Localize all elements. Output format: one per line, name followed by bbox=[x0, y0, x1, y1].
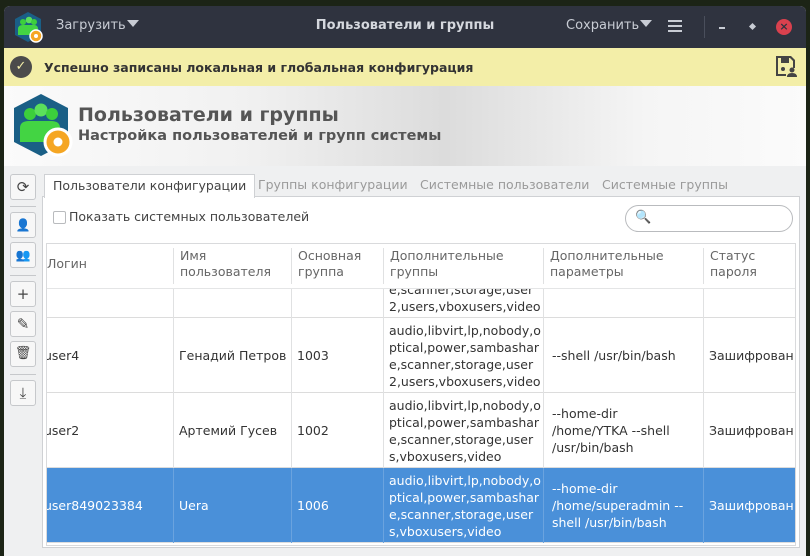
tab-config-users[interactable]: Пользователи конфигурации bbox=[44, 174, 256, 198]
divider bbox=[10, 374, 36, 375]
table-row[interactable]: user849023384 Uera 1006 audio,libvirt,lp,no… bbox=[47, 468, 795, 543]
cell-group: 1003 bbox=[291, 318, 383, 393]
table-body: user405203Руслан Бездов1004audio,libvirt… bbox=[47, 244, 795, 545]
cell-status: Зашифрован bbox=[703, 468, 795, 543]
column-header-groups[interactable]: Дополнительные группы bbox=[383, 248, 513, 284]
tab-system-groups[interactable]: Системные группы bbox=[594, 174, 736, 197]
table-header: Логин Имя пользователя Основная группа Д… bbox=[47, 244, 795, 289]
divider bbox=[10, 275, 36, 276]
table-row[interactable]: user2 Артемий Гусев 1002 audio,libvirt,lp,n… bbox=[47, 393, 795, 468]
app-window: Загрузить Пользователи и группы Сохранит… bbox=[4, 6, 806, 556]
checkmark-icon: ✓ bbox=[10, 56, 32, 78]
tab-config-groups[interactable]: Группы конфигурации bbox=[250, 174, 416, 197]
column-header-group[interactable]: Основная группа bbox=[291, 248, 371, 284]
cell-group: 1006 bbox=[291, 468, 383, 543]
chevron-down-icon bbox=[640, 20, 653, 27]
page-header: Пользователи и группы Настройка пользова… bbox=[4, 86, 806, 166]
minimize-button[interactable] bbox=[719, 27, 725, 29]
tab-system-users[interactable]: Системные пользователи bbox=[412, 174, 597, 197]
cell-groups: audio,libvirt,lp,nobody,optical,power,sa… bbox=[383, 318, 543, 393]
save-user-icon[interactable] bbox=[774, 54, 798, 78]
cell-status: Зашифрован bbox=[703, 393, 795, 468]
info-message: Успешно записаны локальная и глобальная … bbox=[44, 60, 474, 75]
chevron-down-icon bbox=[126, 20, 139, 27]
close-button[interactable]: × bbox=[776, 19, 792, 35]
column-header-status[interactable]: Статус пароля bbox=[703, 248, 773, 284]
cell-groups: audio,libvirt,lp,nobody,optical,power,sa… bbox=[383, 393, 543, 468]
edit-button[interactable]: ✎ bbox=[10, 311, 36, 337]
cell-status: Зашифрован bbox=[703, 318, 795, 393]
titlebar: Загрузить Пользователи и группы Сохранит… bbox=[4, 6, 806, 48]
refresh-button[interactable]: ⟳ bbox=[10, 174, 36, 200]
search-icon: 🔍 bbox=[635, 210, 652, 225]
column-header-params[interactable]: Дополнительные параметры bbox=[543, 248, 673, 284]
cell-group: 1002 bbox=[291, 393, 383, 468]
save-menu-button[interactable]: Сохранить bbox=[566, 18, 653, 33]
cell-params: --home-dir /home/superadmin --shell /usr… bbox=[543, 468, 703, 543]
cell-login: user849023384 bbox=[46, 498, 143, 513]
divider bbox=[704, 16, 705, 38]
table-row[interactable]: user4 Генадий Петров 1003 audio,libvirt,lp,… bbox=[47, 318, 795, 393]
show-system-users-checkbox[interactable] bbox=[53, 211, 66, 224]
cell-name: Uera bbox=[173, 468, 291, 543]
page-subtitle: Настройка пользователей и групп системы bbox=[78, 128, 442, 144]
page-title: Пользователи и группы bbox=[78, 104, 339, 126]
groups-button[interactable]: 👥 bbox=[10, 242, 36, 268]
column-header-name[interactable]: Имя пользователя bbox=[173, 248, 273, 284]
cell-params: --shell /usr/bin/bash bbox=[543, 318, 703, 393]
tab-panel: Показать системных пользователей 🔍 Логин… bbox=[42, 196, 800, 548]
cell-name: Артемий Гусев bbox=[173, 393, 291, 468]
users-groups-logo-icon bbox=[14, 94, 73, 157]
search-input[interactable]: 🔍 bbox=[625, 205, 793, 232]
load-label: Загрузить bbox=[56, 18, 126, 33]
cell-login: user2 bbox=[46, 423, 80, 438]
user-settings-button[interactable]: 👤 bbox=[10, 212, 36, 238]
cell-params: --home-dir /home/YTKA --shell /usr/bin/b… bbox=[543, 393, 703, 468]
column-header-login[interactable]: Логин bbox=[47, 248, 87, 284]
divider bbox=[10, 206, 36, 207]
delete-button[interactable]: 🗑 bbox=[10, 341, 36, 367]
add-button[interactable]: + bbox=[10, 281, 36, 307]
show-system-users-label[interactable]: Показать системных пользователей bbox=[69, 209, 309, 224]
cell-login: user4 bbox=[46, 348, 80, 363]
users-table: Логин Имя пользователя Основная группа Д… bbox=[46, 243, 796, 546]
cell-groups: audio,libvirt,lp,nobody,optical,power,sa… bbox=[383, 468, 543, 543]
maximize-button[interactable] bbox=[748, 22, 757, 31]
download-button[interactable]: ⤓ bbox=[10, 380, 36, 406]
app-logo-icon bbox=[15, 12, 43, 43]
hamburger-menu-icon[interactable] bbox=[668, 20, 682, 32]
info-bar: ✓ Успешно записаны локальная и глобальна… bbox=[4, 48, 806, 86]
load-menu-button[interactable]: Загрузить bbox=[56, 18, 139, 33]
cell-name: Генадий Петров bbox=[173, 318, 291, 393]
save-label: Сохранить bbox=[566, 18, 640, 33]
